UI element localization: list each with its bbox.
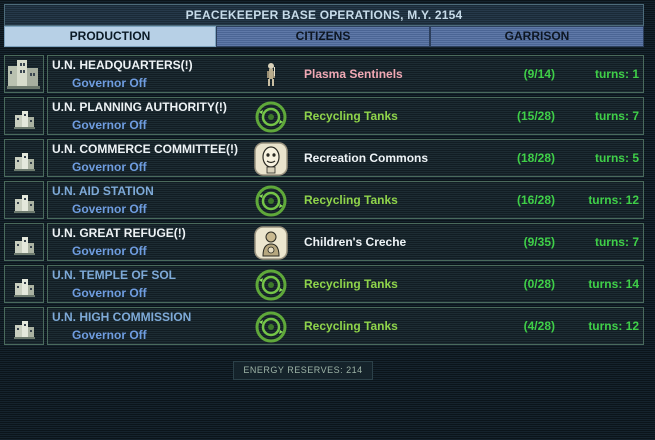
turns-remaining: turns: 5 — [594, 151, 639, 165]
production-item[interactable]: Recycling Tanks — [304, 277, 398, 291]
base-name: U.N. AID STATION — [52, 184, 154, 198]
production-item[interactable]: Recycling Tanks — [304, 319, 398, 333]
base-name: U.N. COMMERCE COMMITTEE(!) — [52, 142, 238, 156]
base-icon[interactable] — [4, 223, 44, 261]
turns-remaining: turns: 12 — [588, 193, 639, 207]
base-info-panel[interactable]: U.N. HEADQUARTERS(!) Governor Off Plasma … — [47, 55, 644, 93]
window-title: PEACEKEEPER BASE OPERATIONS, M.Y. 2154 — [4, 4, 644, 26]
base-name: U.N. HIGH COMMISSION — [52, 310, 192, 324]
production-progress: (15/28) — [516, 109, 555, 123]
production-item[interactable]: Recreation Commons — [304, 151, 428, 165]
base-info-panel[interactable]: U.N. COMMERCE COMMITTEE(!) Governor Off R… — [47, 139, 644, 177]
base-row[interactable]: U.N. TEMPLE OF SOL Governor Off Recycling… — [4, 265, 644, 303]
turns-remaining: turns: 7 — [594, 109, 639, 123]
tab-garrison[interactable]: GARRISON — [430, 26, 644, 47]
base-row[interactable]: U.N. GREAT REFUGE(!) Governor Off Childre… — [4, 223, 644, 261]
base-icon[interactable] — [4, 139, 44, 177]
governor-status[interactable]: Governor Off — [72, 160, 147, 174]
tab-bar: PRODUCTION CITIZENS GARRISON — [4, 26, 644, 47]
base-row[interactable]: U.N. HEADQUARTERS(!) Governor Off Plasma … — [4, 55, 644, 93]
base-row[interactable]: U.N. PLANNING AUTHORITY(!) Governor Off R… — [4, 97, 644, 135]
production-progress: (16/28) — [516, 193, 555, 207]
base-name: U.N. HEADQUARTERS(!) — [52, 58, 193, 72]
energy-reserves: ENERGY RESERVES: 214 — [233, 361, 373, 380]
base-icon[interactable] — [4, 97, 44, 135]
base-info-panel[interactable]: U.N. TEMPLE OF SOL Governor Off Recycling… — [47, 265, 644, 303]
base-info-panel[interactable]: U.N. PLANNING AUTHORITY(!) Governor Off R… — [47, 97, 644, 135]
base-icon[interactable] — [4, 181, 44, 219]
base-icon[interactable] — [4, 265, 44, 303]
turns-remaining: turns: 14 — [588, 277, 639, 291]
governor-status[interactable]: Governor Off — [72, 328, 147, 342]
recycling-tanks-icon[interactable] — [254, 310, 288, 344]
governor-status[interactable]: Governor Off — [72, 118, 147, 132]
base-name: U.N. TEMPLE OF SOL — [52, 268, 177, 282]
recycling-tanks-icon[interactable] — [254, 100, 288, 134]
base-info-panel[interactable]: U.N. GREAT REFUGE(!) Governor Off Childre… — [47, 223, 644, 261]
base-operations-screen: PEACEKEEPER BASE OPERATIONS, M.Y. 2154 P… — [0, 0, 655, 440]
base-row[interactable]: U.N. AID STATION Governor Off Recycling T… — [4, 181, 644, 219]
recycling-tanks-icon[interactable] — [254, 268, 288, 302]
recreation-commons-icon[interactable] — [254, 142, 288, 176]
production-progress: (9/14) — [523, 67, 555, 81]
base-row[interactable]: U.N. HIGH COMMISSION Governor Off Recycli… — [4, 307, 644, 345]
turns-remaining: turns: 7 — [594, 235, 639, 249]
production-item[interactable]: Recycling Tanks — [304, 109, 398, 123]
recycling-tanks-icon[interactable] — [254, 184, 288, 218]
governor-status[interactable]: Governor Off — [72, 286, 147, 300]
governor-status[interactable]: Governor Off — [72, 244, 147, 258]
production-item[interactable]: Plasma Sentinels — [304, 67, 403, 81]
production-progress: (0/28) — [523, 277, 555, 291]
turns-remaining: turns: 12 — [588, 319, 639, 333]
tab-citizens[interactable]: CITIZENS — [216, 26, 430, 47]
production-item[interactable]: Children's Creche — [304, 235, 406, 249]
turns-remaining: turns: 1 — [594, 67, 639, 81]
production-item[interactable]: Recycling Tanks — [304, 193, 398, 207]
childrens-creche-icon[interactable] — [254, 226, 288, 260]
production-progress: (9/35) — [523, 235, 555, 249]
production-progress: (18/28) — [516, 151, 555, 165]
base-icon[interactable] — [4, 307, 44, 345]
governor-status[interactable]: Governor Off — [72, 76, 147, 90]
headquarters-base-icon[interactable] — [4, 55, 44, 93]
base-row[interactable]: U.N. COMMERCE COMMITTEE(!) Governor Off R… — [4, 139, 644, 177]
base-info-panel[interactable]: U.N. AID STATION Governor Off Recycling T… — [47, 181, 644, 219]
base-name: U.N. GREAT REFUGE(!) — [52, 226, 186, 240]
production-progress: (4/28) — [523, 319, 555, 333]
tab-production[interactable]: PRODUCTION — [4, 26, 216, 47]
plasma-sentinel-icon[interactable] — [254, 58, 288, 92]
base-name: U.N. PLANNING AUTHORITY(!) — [52, 100, 227, 114]
governor-status[interactable]: Governor Off — [72, 202, 147, 216]
base-info-panel[interactable]: U.N. HIGH COMMISSION Governor Off Recycli… — [47, 307, 644, 345]
